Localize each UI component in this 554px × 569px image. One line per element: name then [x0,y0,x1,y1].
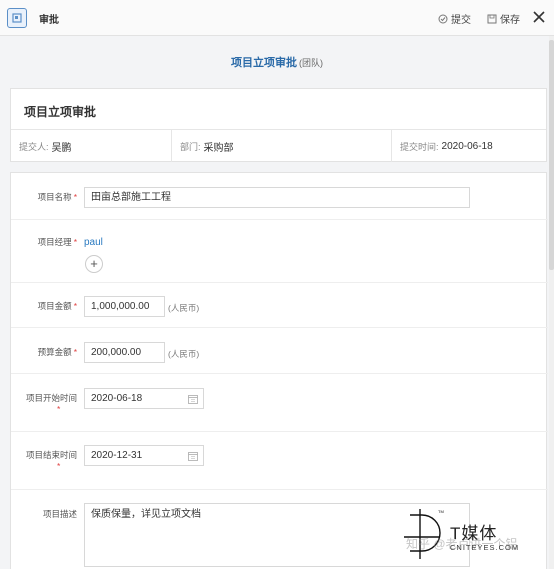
page-title-sub: (团队) [299,58,323,68]
time-cell: 提交时间: 2020-06-18 [392,130,546,162]
watermark-brand: T媒体 [450,524,498,543]
start-date-label: 项目开始时间 * [25,393,77,414]
watermark: TM 知乎 @老卢讲一个铝 T媒体 CNITEYES.COM [400,505,550,565]
start-date-input[interactable]: 2020-06-18 [84,388,204,409]
close-icon [533,11,545,23]
row-project-name: 项目名称 * 田亩总部施工工程 [11,173,548,220]
top-bar: 审批 提交 保存 [0,0,554,36]
save-label: 保存 [500,15,520,26]
calendar-icon[interactable] [188,394,198,404]
info-row: 提交人: 吴鹏 部门: 采购部 提交时间: 2020-06-18 [11,130,546,162]
page-title-main: 项目立项审批 [231,57,297,69]
row-project-amount: 项目金额 * 1,000,000.00 (人民币) [11,283,548,328]
project-name-label: 项目名称 * [37,192,77,202]
dept-label: 部门: [180,141,201,152]
page-title: 项目立项审批 (团队) [0,54,554,70]
budget-amount-unit: (人民币) [168,349,200,359]
row-end-date: 项目结束时间 * 2020-12-31 [11,432,548,490]
dept-cell: 部门: 采购部 [172,130,392,162]
submitter-label: 提交人: [19,141,49,152]
calendar-icon[interactable] [188,451,198,461]
submit-icon [438,14,448,23]
plus-icon: + [90,256,98,271]
info-card: 项目立项审批 提交人: 吴鹏 部门: 采购部 提交时间: 2020-06-18 [10,88,547,162]
save-button[interactable]: 保存 [487,11,520,26]
app-icon[interactable] [7,8,27,28]
project-amount-unit: (人民币) [168,303,200,313]
row-project-manager: 项目经理 * paul + [11,220,548,283]
end-date-label: 项目结束时间 * [25,450,77,471]
project-manager-link[interactable]: paul [84,237,103,248]
submitter-cell: 提交人: 吴鹏 [11,130,172,162]
end-date-input[interactable]: 2020-12-31 [84,445,204,466]
start-date-value: 2020-06-18 [91,393,143,404]
time-label: 提交时间: [400,141,439,152]
scrollbar-thumb[interactable] [549,40,554,270]
close-button[interactable] [531,8,547,26]
row-start-date: 项目开始时间 * 2020-06-18 [11,374,548,432]
dept-value: 采购部 [203,142,234,154]
submitter-value: 吴鹏 [51,142,72,154]
watermark-logo-icon: TM [404,509,444,559]
project-amount-label: 项目金额 * [37,301,77,311]
project-amount-input[interactable]: 1,000,000.00 [84,296,165,317]
project-name-input[interactable]: 田亩总部施工工程 [84,187,470,208]
svg-text:TM: TM [438,509,444,514]
description-label: 项目描述 [42,509,77,519]
info-heading: 项目立项审批 [11,89,546,130]
budget-amount-input[interactable]: 200,000.00 [84,342,165,363]
end-date-value: 2020-12-31 [91,450,143,461]
submit-label: 提交 [451,15,471,26]
time-value: 2020-06-18 [441,140,493,152]
window-title: 审批 [39,15,59,26]
budget-amount-label: 预算金额 * [37,347,77,357]
save-icon [487,14,497,23]
submit-button[interactable]: 提交 [438,11,471,26]
row-budget-amount: 预算金额 * 200,000.00 (人民币) [11,328,548,374]
add-manager-button[interactable]: + [85,255,103,273]
project-manager-label: 项目经理 * [37,237,77,247]
watermark-domain: CNITEYES.COM [450,543,520,552]
